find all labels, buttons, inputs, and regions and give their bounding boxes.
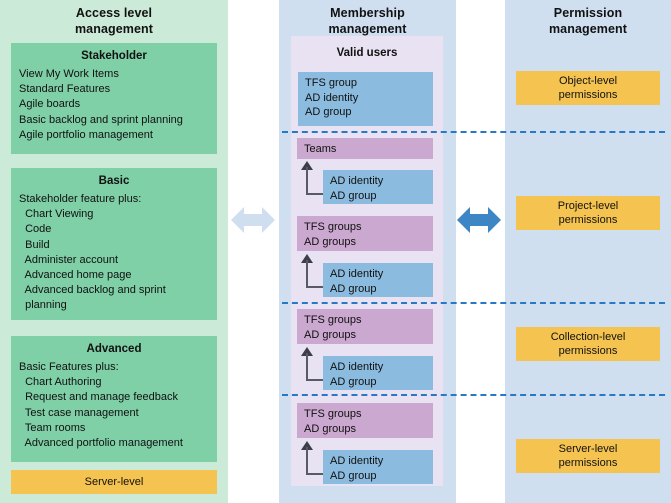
list-item: Build bbox=[19, 238, 50, 251]
double-arrow-icon-left bbox=[231, 200, 275, 240]
membership-box-teams: Teams bbox=[297, 138, 433, 159]
box-line: TFS groups bbox=[304, 314, 362, 326]
list-item: Administer account bbox=[19, 253, 119, 266]
list-item: Code bbox=[19, 223, 52, 236]
valid-users-title: Valid users bbox=[336, 47, 398, 59]
box-line: AD groups bbox=[304, 328, 356, 341]
list-item: Basic backlog and sprint planning bbox=[19, 113, 183, 126]
membership-box-tfs-groups-collection: TFS groups AD groups bbox=[297, 309, 433, 344]
permission-project-level: Project-level permissions bbox=[516, 196, 660, 230]
box-line: AD identity bbox=[330, 268, 384, 280]
list-item: planning bbox=[19, 299, 67, 312]
membership-box-ad-server: AD identity AD group bbox=[323, 450, 433, 484]
card-basic-heading: Basic bbox=[98, 175, 130, 187]
box-line: AD group bbox=[305, 106, 352, 119]
box-line: TFS groups bbox=[304, 221, 362, 233]
permission-object-level: Object-level permissions bbox=[516, 71, 660, 105]
dashed-separator-collection-server bbox=[282, 394, 665, 396]
access-level-management-title: Access level management bbox=[74, 6, 154, 36]
membership-box-valid-users: TFS group AD identity AD group bbox=[298, 72, 433, 126]
permission-label-line1: Collection-level bbox=[550, 331, 626, 343]
double-arrow-icon-right bbox=[457, 200, 501, 240]
permission-label-line2: permissions bbox=[558, 457, 618, 469]
membership-box-ad-project: AD identity AD group bbox=[323, 263, 433, 297]
server-level-badge: Server-level bbox=[11, 470, 217, 494]
list-item: Chart Authoring bbox=[19, 376, 102, 389]
box-line: AD identity bbox=[330, 361, 384, 373]
membership-box-tfs-groups-project: TFS groups AD groups bbox=[297, 216, 433, 251]
connector-vertical-line bbox=[306, 167, 308, 195]
list-item: Agile portfolio management bbox=[19, 128, 153, 141]
permission-label-line1: Server-level bbox=[558, 443, 618, 455]
list-item: Advanced backlog and sprint bbox=[19, 284, 166, 297]
box-line: AD identity bbox=[305, 91, 359, 104]
card-basic-list: Stakeholder feature plus: Chart Viewing … bbox=[11, 192, 217, 314]
dashed-separator-object-project bbox=[282, 131, 665, 133]
membership-box-ad-teams: AD identity AD group bbox=[323, 170, 433, 204]
card-stakeholder: Stakeholder View My Work Items Standard … bbox=[11, 43, 217, 154]
membership-box-ad-collection: AD identity AD group bbox=[323, 356, 433, 390]
dashed-separator-project-collection bbox=[282, 302, 665, 304]
permission-server-level: Server-level permissions bbox=[516, 439, 660, 473]
box-line: AD groups bbox=[304, 422, 356, 435]
box-line: AD group bbox=[330, 282, 377, 295]
connector-vertical-line bbox=[306, 260, 308, 288]
card-stakeholder-list: View My Work Items Standard Features Agi… bbox=[11, 67, 217, 143]
card-stakeholder-heading: Stakeholder bbox=[81, 50, 147, 62]
permission-label-line1: Object-level bbox=[558, 75, 618, 87]
list-item: Chart Viewing bbox=[19, 208, 94, 221]
box-line: AD groups bbox=[304, 235, 356, 248]
list-item: View My Work Items bbox=[19, 68, 119, 80]
permission-label-line2: permissions bbox=[558, 89, 618, 101]
permission-collection-level: Collection-level permissions bbox=[516, 327, 660, 361]
list-item: Agile boards bbox=[19, 98, 81, 111]
membership-box-tfs-groups-server: TFS groups AD groups bbox=[297, 403, 433, 438]
list-item: Test case management bbox=[19, 406, 139, 419]
diagram-canvas: Access level management Stakeholder View… bbox=[0, 0, 671, 503]
permission-label-line2: permissions bbox=[558, 214, 618, 226]
card-advanced-list: Basic Features plus: Chart Authoring Req… bbox=[11, 360, 217, 451]
box-line: AD group bbox=[330, 469, 377, 482]
connector-vertical-line bbox=[306, 447, 308, 475]
box-line: Teams bbox=[304, 143, 337, 155]
box-line: TFS groups bbox=[304, 408, 362, 420]
list-item: Advanced home page bbox=[19, 269, 132, 282]
list-item: Team rooms bbox=[19, 421, 86, 434]
list-item: Advanced portfolio management bbox=[19, 437, 183, 450]
connector-vertical-line bbox=[306, 353, 308, 381]
box-line: AD group bbox=[330, 189, 377, 202]
membership-management-title: Membership management bbox=[328, 6, 407, 36]
permission-label-line2: permissions bbox=[558, 345, 618, 357]
permission-label-line1: Project-level bbox=[557, 200, 619, 212]
box-line: AD identity bbox=[330, 455, 384, 467]
box-line: AD group bbox=[330, 375, 377, 388]
card-basic: Basic Stakeholder feature plus: Chart Vi… bbox=[11, 168, 217, 320]
list-item: Request and manage feedback bbox=[19, 391, 179, 404]
box-line: AD identity bbox=[330, 175, 384, 187]
box-line: TFS group bbox=[305, 77, 357, 89]
card-advanced: Advanced Basic Features plus: Chart Auth… bbox=[11, 336, 217, 462]
list-item: Basic Features plus: bbox=[19, 361, 119, 373]
permission-management-title: Permission management bbox=[548, 6, 628, 36]
list-item: Standard Features bbox=[19, 83, 111, 96]
list-item: Stakeholder feature plus: bbox=[19, 193, 142, 205]
card-advanced-heading: Advanced bbox=[86, 343, 142, 355]
